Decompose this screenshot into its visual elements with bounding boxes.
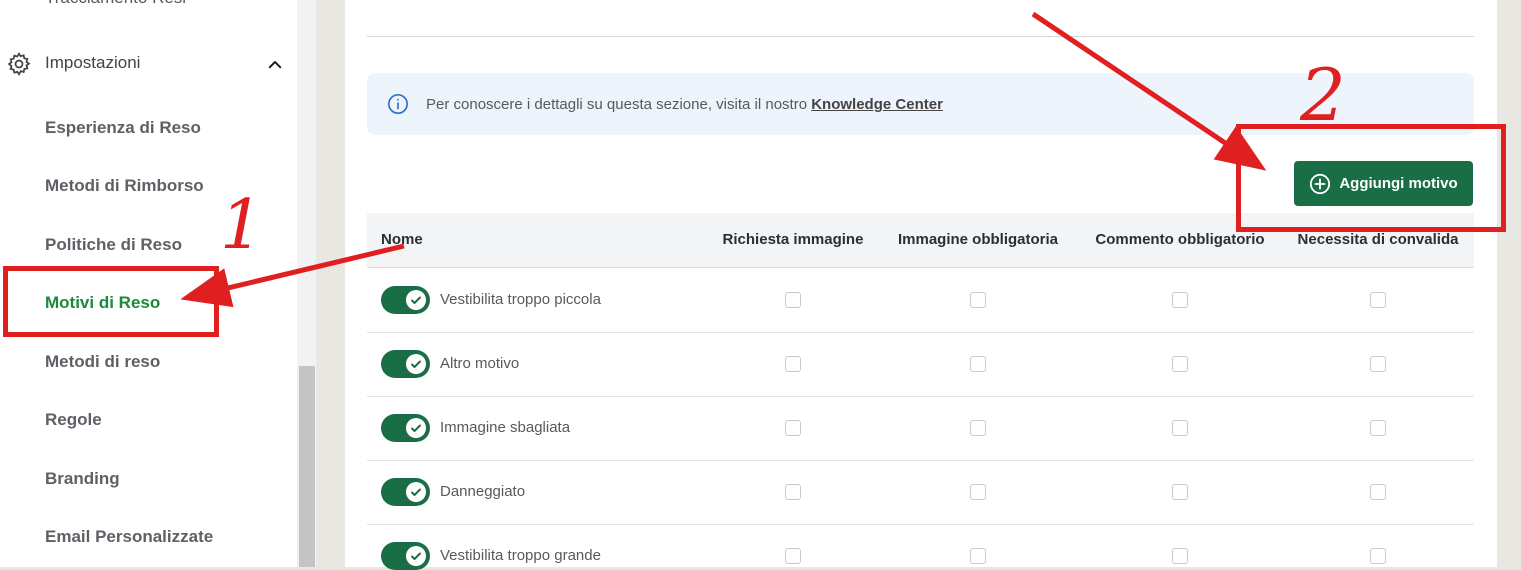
checkbox-necessita-di-convalida[interactable] [1370,292,1386,308]
check-icon [411,360,421,368]
annotation-box-motivi-di-reso [3,266,219,337]
reason-enabled-toggle[interactable] [381,478,430,506]
column-header-richiesta-immagine[interactable]: Richiesta immagine [723,231,864,248]
row-divider [367,460,1474,461]
annotation-box-add-reason [1236,124,1506,232]
reason-enabled-toggle[interactable] [381,414,430,442]
reason-enabled-toggle[interactable] [381,350,430,378]
checkbox-immagine-obbligatoria[interactable] [970,548,986,564]
checkbox-necessita-di-convalida[interactable] [1370,356,1386,372]
reason-enabled-toggle[interactable] [381,286,430,314]
sidebar-item-tracciamento-resi[interactable]: Tracciamento Resi [45,0,186,8]
row-divider [367,524,1474,525]
sidebar-item-email-personalizzate[interactable]: Email Personalizzate [45,527,213,547]
checkbox-commento-obbligatorio[interactable] [1172,484,1188,500]
toggle-knob [406,546,426,566]
reason-name: Vestibilita troppo piccola [440,291,601,308]
checkbox-necessita-di-convalida[interactable] [1370,420,1386,436]
reason-name: Vestibilita troppo grande [440,547,601,564]
row-divider [367,396,1474,397]
section-divider [367,36,1474,37]
checkbox-necessita-di-convalida[interactable] [1370,548,1386,564]
checkbox-richiesta-immagine[interactable] [785,356,801,372]
reason-name: Immagine sbagliata [440,419,571,436]
reason-enabled-toggle[interactable] [381,542,430,570]
checkbox-necessita-di-convalida[interactable] [1370,484,1386,500]
checkbox-richiesta-immagine[interactable] [785,484,801,500]
sidebar-item-esperienza-di-reso[interactable]: Esperienza di Reso [45,118,201,138]
toggle-knob [406,418,426,438]
toggle-knob [406,354,426,374]
checkbox-richiesta-immagine[interactable] [785,548,801,564]
sidebar-item-branding[interactable]: Branding [45,469,120,489]
checkbox-immagine-obbligatoria[interactable] [970,292,986,308]
checkbox-richiesta-immagine[interactable] [785,420,801,436]
sidebar-item-metodi-di-rimborso[interactable]: Metodi di Rimborso [45,176,204,196]
toggle-knob [406,290,426,310]
checkbox-immagine-obbligatoria[interactable] [970,420,986,436]
checkbox-commento-obbligatorio[interactable] [1172,356,1188,372]
check-icon [411,488,421,496]
check-icon [411,552,421,560]
checkbox-immagine-obbligatoria[interactable] [970,356,986,372]
column-header-commento-obbligatorio[interactable]: Commento obbligatorio [1095,231,1264,248]
toggle-knob [406,482,426,502]
checkbox-richiesta-immagine[interactable] [785,292,801,308]
chevron-up-icon[interactable] [266,56,284,74]
checkbox-commento-obbligatorio[interactable] [1172,548,1188,564]
column-header-necessita-di-convalida[interactable]: Necessita di convalida [1298,231,1459,248]
reason-name: Altro motivo [440,355,520,372]
sidebar-scrollbar-thumb[interactable] [299,366,315,567]
info-banner-text: Per conoscere i dettagli su questa sezio… [426,96,943,113]
info-icon [388,94,408,114]
sidebar-item-metodi-di-reso[interactable]: Metodi di reso [45,352,160,372]
column-header-nome[interactable]: Nome [381,231,423,248]
sidebar-item-regole[interactable]: Regole [45,410,102,430]
sidebar-section-impostazioni[interactable]: Impostazioni [0,44,297,82]
reason-name: Danneggiato [440,483,526,500]
gear-icon [7,52,31,76]
info-banner-message: Per conoscere i dettagli su questa sezio… [426,96,808,113]
checkbox-commento-obbligatorio[interactable] [1172,420,1188,436]
checkbox-immagine-obbligatoria[interactable] [970,484,986,500]
sidebar-section-label: Impostazioni [45,53,141,72]
sidebar-item-politiche-di-reso[interactable]: Politiche di Reso [45,235,182,255]
check-icon [411,296,421,304]
column-header-immagine-obbligatoria[interactable]: Immagine obbligatoria [898,231,1058,248]
knowledge-center-link[interactable]: Knowledge Center [811,96,943,113]
checkbox-commento-obbligatorio[interactable] [1172,292,1188,308]
check-icon [411,424,421,432]
row-divider [367,332,1474,333]
